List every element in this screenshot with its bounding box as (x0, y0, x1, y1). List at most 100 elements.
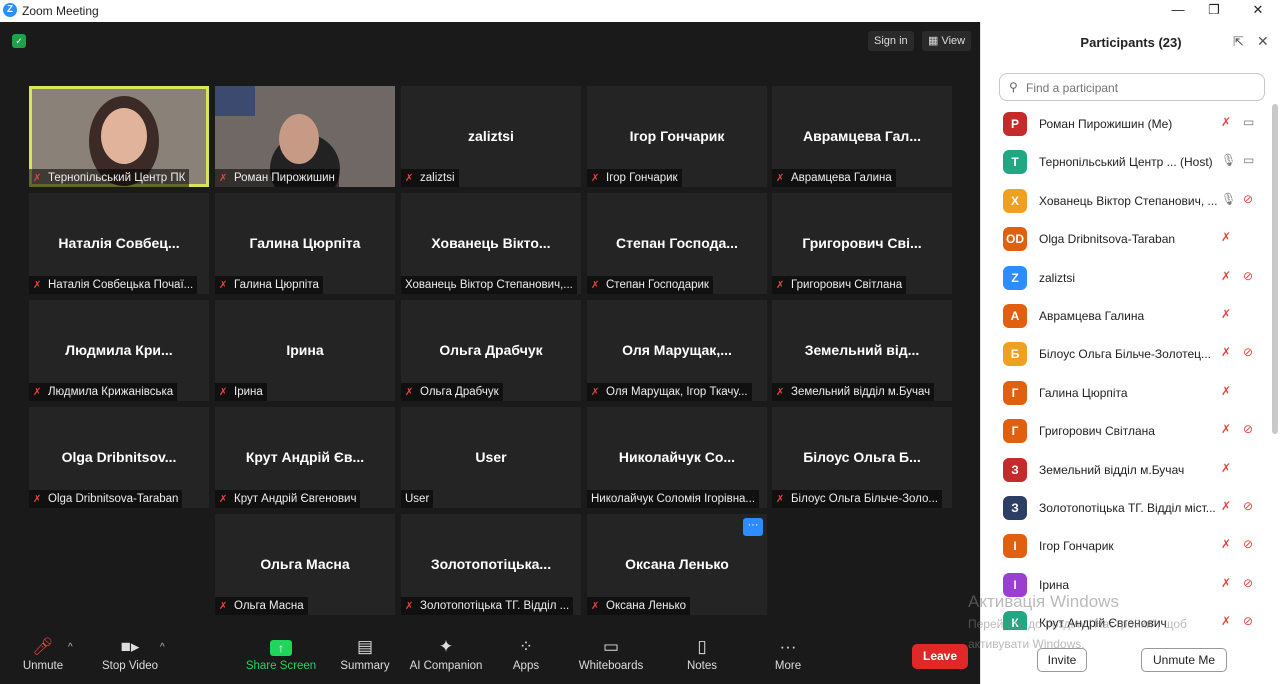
avatar: З (1003, 457, 1027, 482)
video-tile[interactable]: Людмила Кри... ✗ Людмила Крижанівська (29, 300, 209, 401)
tile-name-label: ✗ Роман Пирожишин (215, 169, 339, 187)
tile-display-name: Григорович Сві... (802, 235, 922, 251)
notes-button[interactable]: ▯ Notes (682, 628, 722, 684)
tile-label-text: Степан Господарик (606, 279, 709, 291)
participant-row[interactable]: І Ігор Гончарик ✗ ⊘ (999, 527, 1259, 565)
apps-button[interactable]: ⁘ Apps (504, 628, 548, 684)
video-tile[interactable]: Наталія Совбец... ✗ Наталія Совбецька Поча… (29, 193, 209, 294)
audio-options-caret-icon[interactable]: ^ (68, 642, 73, 653)
video-options-caret-icon[interactable]: ^ (160, 642, 165, 653)
video-tile[interactable]: Білоус Ольга Б... ✗ Білоус Ольга Більче-Зо… (772, 407, 952, 508)
video-tile[interactable]: Галина Цюрпіта ✗ Галина Цюрпіта (215, 193, 395, 294)
tile-label-text: Хованець Віктор Степанович,... (405, 279, 573, 291)
camera-off-icon: ⊘ (1243, 345, 1254, 360)
mic-muted-icon: ✗ (405, 173, 414, 184)
participant-row[interactable]: А Аврамцева Галина ✗ (999, 297, 1259, 335)
whiteboards-button[interactable]: ▭ Whiteboards (574, 628, 648, 684)
participant-name: Галина Цюрпіта (1039, 385, 1128, 400)
participant-search-input[interactable] (1024, 77, 1258, 99)
sign-in-button[interactable]: Sign in (868, 31, 914, 51)
video-tile[interactable]: zaliztsi ✗ zaliztsi (401, 86, 581, 187)
participant-row[interactable]: Б Білоус Ольга Більче-Золотец... ✗ ⊘ (999, 335, 1259, 373)
restore-icon[interactable]: ❐ (1200, 2, 1228, 18)
mic-muted-icon: ✗ (1221, 422, 1232, 437)
camera-off-icon: ⊘ (1243, 614, 1254, 629)
mic-muted-icon: ✗ (219, 173, 228, 184)
participant-name: Аврамцева Галина (1039, 308, 1145, 323)
view-label: View (941, 35, 966, 47)
tile-display-name: Білоус Ольга Б... (803, 449, 921, 465)
summary-button[interactable]: ▤ Summary (336, 628, 394, 684)
mic-muted-icon: ✗ (405, 601, 414, 612)
video-tile[interactable]: Аврамцева Гал... ✗ Аврамцева Галина (772, 86, 952, 187)
stop-video-button[interactable]: ■▸ Stop Video (96, 628, 164, 684)
tile-label-text: zaliztsi (420, 172, 455, 184)
mic-muted-icon: ✗ (219, 494, 228, 505)
video-tile[interactable]: Николайчук Со... Николайчук Соломія Ігорі… (587, 407, 767, 508)
participant-list-scrollbar[interactable] (1272, 104, 1278, 434)
tile-label-text: Наталія Совбецька Почаї... (48, 279, 194, 291)
minimize-icon[interactable]: — (1164, 2, 1192, 18)
share-screen-button[interactable]: ↑ Share Screen (244, 628, 318, 684)
tile-name-label: ✗ Ігор Гончарик (587, 169, 682, 187)
participant-row[interactable]: Р Роман Пирожишин (Me) ✗ ▭ (999, 105, 1259, 143)
participant-row[interactable]: Г Галина Цюрпіта ✗ (999, 374, 1259, 412)
video-tile[interactable]: Крут Андрій Єв... ✗ Крут Андрій Євгенович (215, 407, 395, 508)
video-tile[interactable]: Золотопотіцька... ✗ Золотопотіцька ТГ. Від… (401, 514, 581, 615)
whiteboards-label: Whiteboards (578, 660, 644, 672)
mic-muted-icon: ✗ (1221, 614, 1232, 629)
tile-label-text: Земельний відділ м.Бучач (791, 386, 931, 398)
participant-row[interactable]: Х Хованець Віктор Степанович, ... 🎙︎ ⊘ (999, 182, 1259, 220)
more-dots-icon: ··· (779, 637, 797, 656)
tile-name-label: ✗ Ірина (215, 383, 267, 401)
participant-row[interactable]: Т Тернопільський Центр ... (Host) 🎙︎ ▭ (999, 143, 1259, 181)
ai-companion-button[interactable]: ✦ AI Companion (406, 628, 486, 684)
close-panel-icon[interactable]: ✕ (1257, 33, 1269, 50)
video-tile[interactable]: Оля Марущак,... ✗ Оля Марущак, Ігор Ткачу.… (587, 300, 767, 401)
tile-more-button[interactable]: ··· (743, 518, 763, 536)
tile-name-label: ✗ Ольга Драбчук (401, 383, 503, 401)
video-tile[interactable]: Ігор Гончарик ✗ Ігор Гончарик (587, 86, 767, 187)
tile-label-text: Аврамцева Галина (791, 172, 892, 184)
security-shield-icon[interactable]: ✓ (12, 34, 26, 48)
participant-row[interactable]: З Золотопотіцька ТГ. Відділ міст... ✗ ⊘ (999, 489, 1259, 527)
avatar: Г (1003, 419, 1027, 444)
video-tile[interactable]: Ольга Драбчук ✗ Ольга Драбчук (401, 300, 581, 401)
avatar: Z (1003, 265, 1027, 290)
close-window-icon[interactable]: ✕ (1244, 2, 1272, 18)
video-tile[interactable]: Ірина ✗ Ірина (215, 300, 395, 401)
mic-muted-icon: ✗ (591, 601, 600, 612)
video-tile[interactable]: Хованець Вікто... Хованець Віктор Степано… (401, 193, 581, 294)
video-tile[interactable]: Степан Господа... ✗ Степан Господарик (587, 193, 767, 294)
view-button[interactable]: ▦ View (922, 31, 972, 51)
mic-muted-icon: ✗ (591, 280, 600, 291)
video-tile[interactable]: ✗ Тернопільський Центр ПК (29, 86, 209, 187)
video-tile[interactable]: ✗ Роман Пирожишин (215, 86, 395, 187)
video-tile[interactable]: Ольга Масна ✗ Ольга Масна (215, 514, 395, 615)
windows-activation-hint-line1: Перейдіть до розділу "Настройки", щоб (968, 617, 1187, 631)
popout-icon[interactable]: ⇱ (1233, 34, 1244, 50)
video-tile[interactable]: Olga Dribnitsov... ✗ Olga Dribnitsova-Tara… (29, 407, 209, 508)
video-camera-icon: ■▸ (120, 637, 140, 656)
tile-label-text: Людмила Крижанівська (48, 386, 174, 398)
grid-view-icon: ▦ (928, 35, 939, 47)
participant-row[interactable]: OD Olga Dribnitsova-Taraban ✗ (999, 220, 1259, 258)
ai-sparkle-icon: ✦ (438, 637, 454, 656)
participant-row[interactable]: З Земельний відділ м.Бучач ✗ (999, 451, 1259, 489)
video-tile[interactable]: User User (401, 407, 581, 508)
video-tile[interactable]: Григорович Сві... ✗ Григорович Світлана (772, 193, 952, 294)
whiteboard-icon: ▭ (602, 637, 620, 656)
stop-video-label: Stop Video (101, 660, 159, 672)
leave-button[interactable]: Leave (912, 644, 968, 669)
tile-name-label: ✗ Крут Андрій Євгенович (215, 490, 361, 508)
unmute-button[interactable]: 🎤︎ Unmute (14, 628, 72, 684)
participant-row[interactable]: Г Григорович Світлана ✗ ⊘ (999, 412, 1259, 450)
participant-row[interactable]: Zzaliztsi ✗ ⊘ (999, 259, 1259, 297)
video-tile[interactable]: Оксана Ленько ✗ Оксана Ленько ··· (587, 514, 767, 615)
more-button[interactable]: ··· More (766, 628, 810, 684)
video-tile[interactable]: Земельний від... ✗ Земельний відділ м.Буча… (772, 300, 952, 401)
tile-display-name: Наталія Совбец... (58, 235, 180, 251)
mic-off-icon: 🎤︎ (32, 637, 54, 656)
participant-name: Хованець Віктор Степанович, ... (1039, 193, 1218, 208)
tile-display-name: Olga Dribnitsov... (61, 449, 177, 465)
